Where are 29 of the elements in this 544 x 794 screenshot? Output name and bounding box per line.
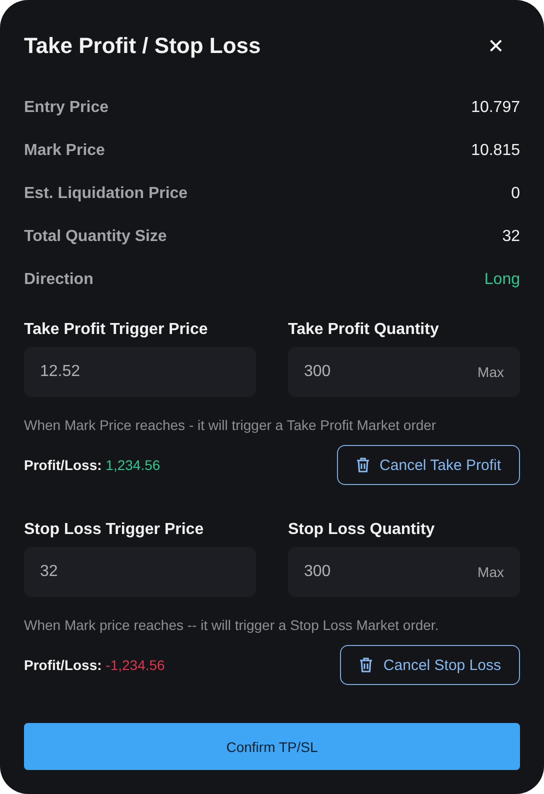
summary-label: Direction xyxy=(24,270,94,288)
max-label[interactable]: Max xyxy=(478,364,504,380)
dialog-title: Take Profit / Stop Loss xyxy=(24,33,261,59)
trigger-price-field[interactable]: 32 xyxy=(24,547,256,597)
profit-loss-text: Profit/Loss: -1,234.56 xyxy=(24,657,165,673)
summary-label: Entry Price xyxy=(24,98,108,116)
summary-value: 32 xyxy=(502,228,520,246)
hint-text: When Mark Price reaches - it will trigger a Take Profit Market order xyxy=(24,417,438,433)
close-button[interactable]: ✕ xyxy=(480,30,512,62)
summary-value: 0 xyxy=(511,184,520,202)
cancel-button[interactable]: Cancel Stop Loss xyxy=(340,645,520,685)
field-label: Stop Loss Trigger Price xyxy=(24,521,205,539)
trigger-price-field[interactable]: 12.52 xyxy=(24,347,256,397)
field-label: Take Profit Trigger Price xyxy=(24,321,209,339)
field-label: Stop Loss Quantity xyxy=(288,521,436,539)
summary-value: 10.797 xyxy=(471,98,520,116)
summary-label: Total Quantity Size xyxy=(24,228,167,246)
summary-label: Est. Liquidation Price xyxy=(24,184,188,202)
summary-value: 10.815 xyxy=(471,142,520,160)
summary-label: Mark Price xyxy=(24,142,105,160)
confirm-button[interactable]: Confirm TP/SL xyxy=(24,723,520,770)
profit-loss-text: Profit/Loss: 1,234.56 xyxy=(24,457,160,473)
trash-icon xyxy=(356,457,370,473)
summary-value: Long xyxy=(484,270,520,288)
hint-text: When Mark price reaches -- it will trigger a Stop Loss Market order. xyxy=(24,617,440,633)
field-label: Take Profit Quantity xyxy=(288,321,440,339)
cancel-button[interactable]: Cancel Take Profit xyxy=(336,445,520,485)
max-label[interactable]: Max xyxy=(478,564,504,580)
trash-icon xyxy=(359,657,374,673)
